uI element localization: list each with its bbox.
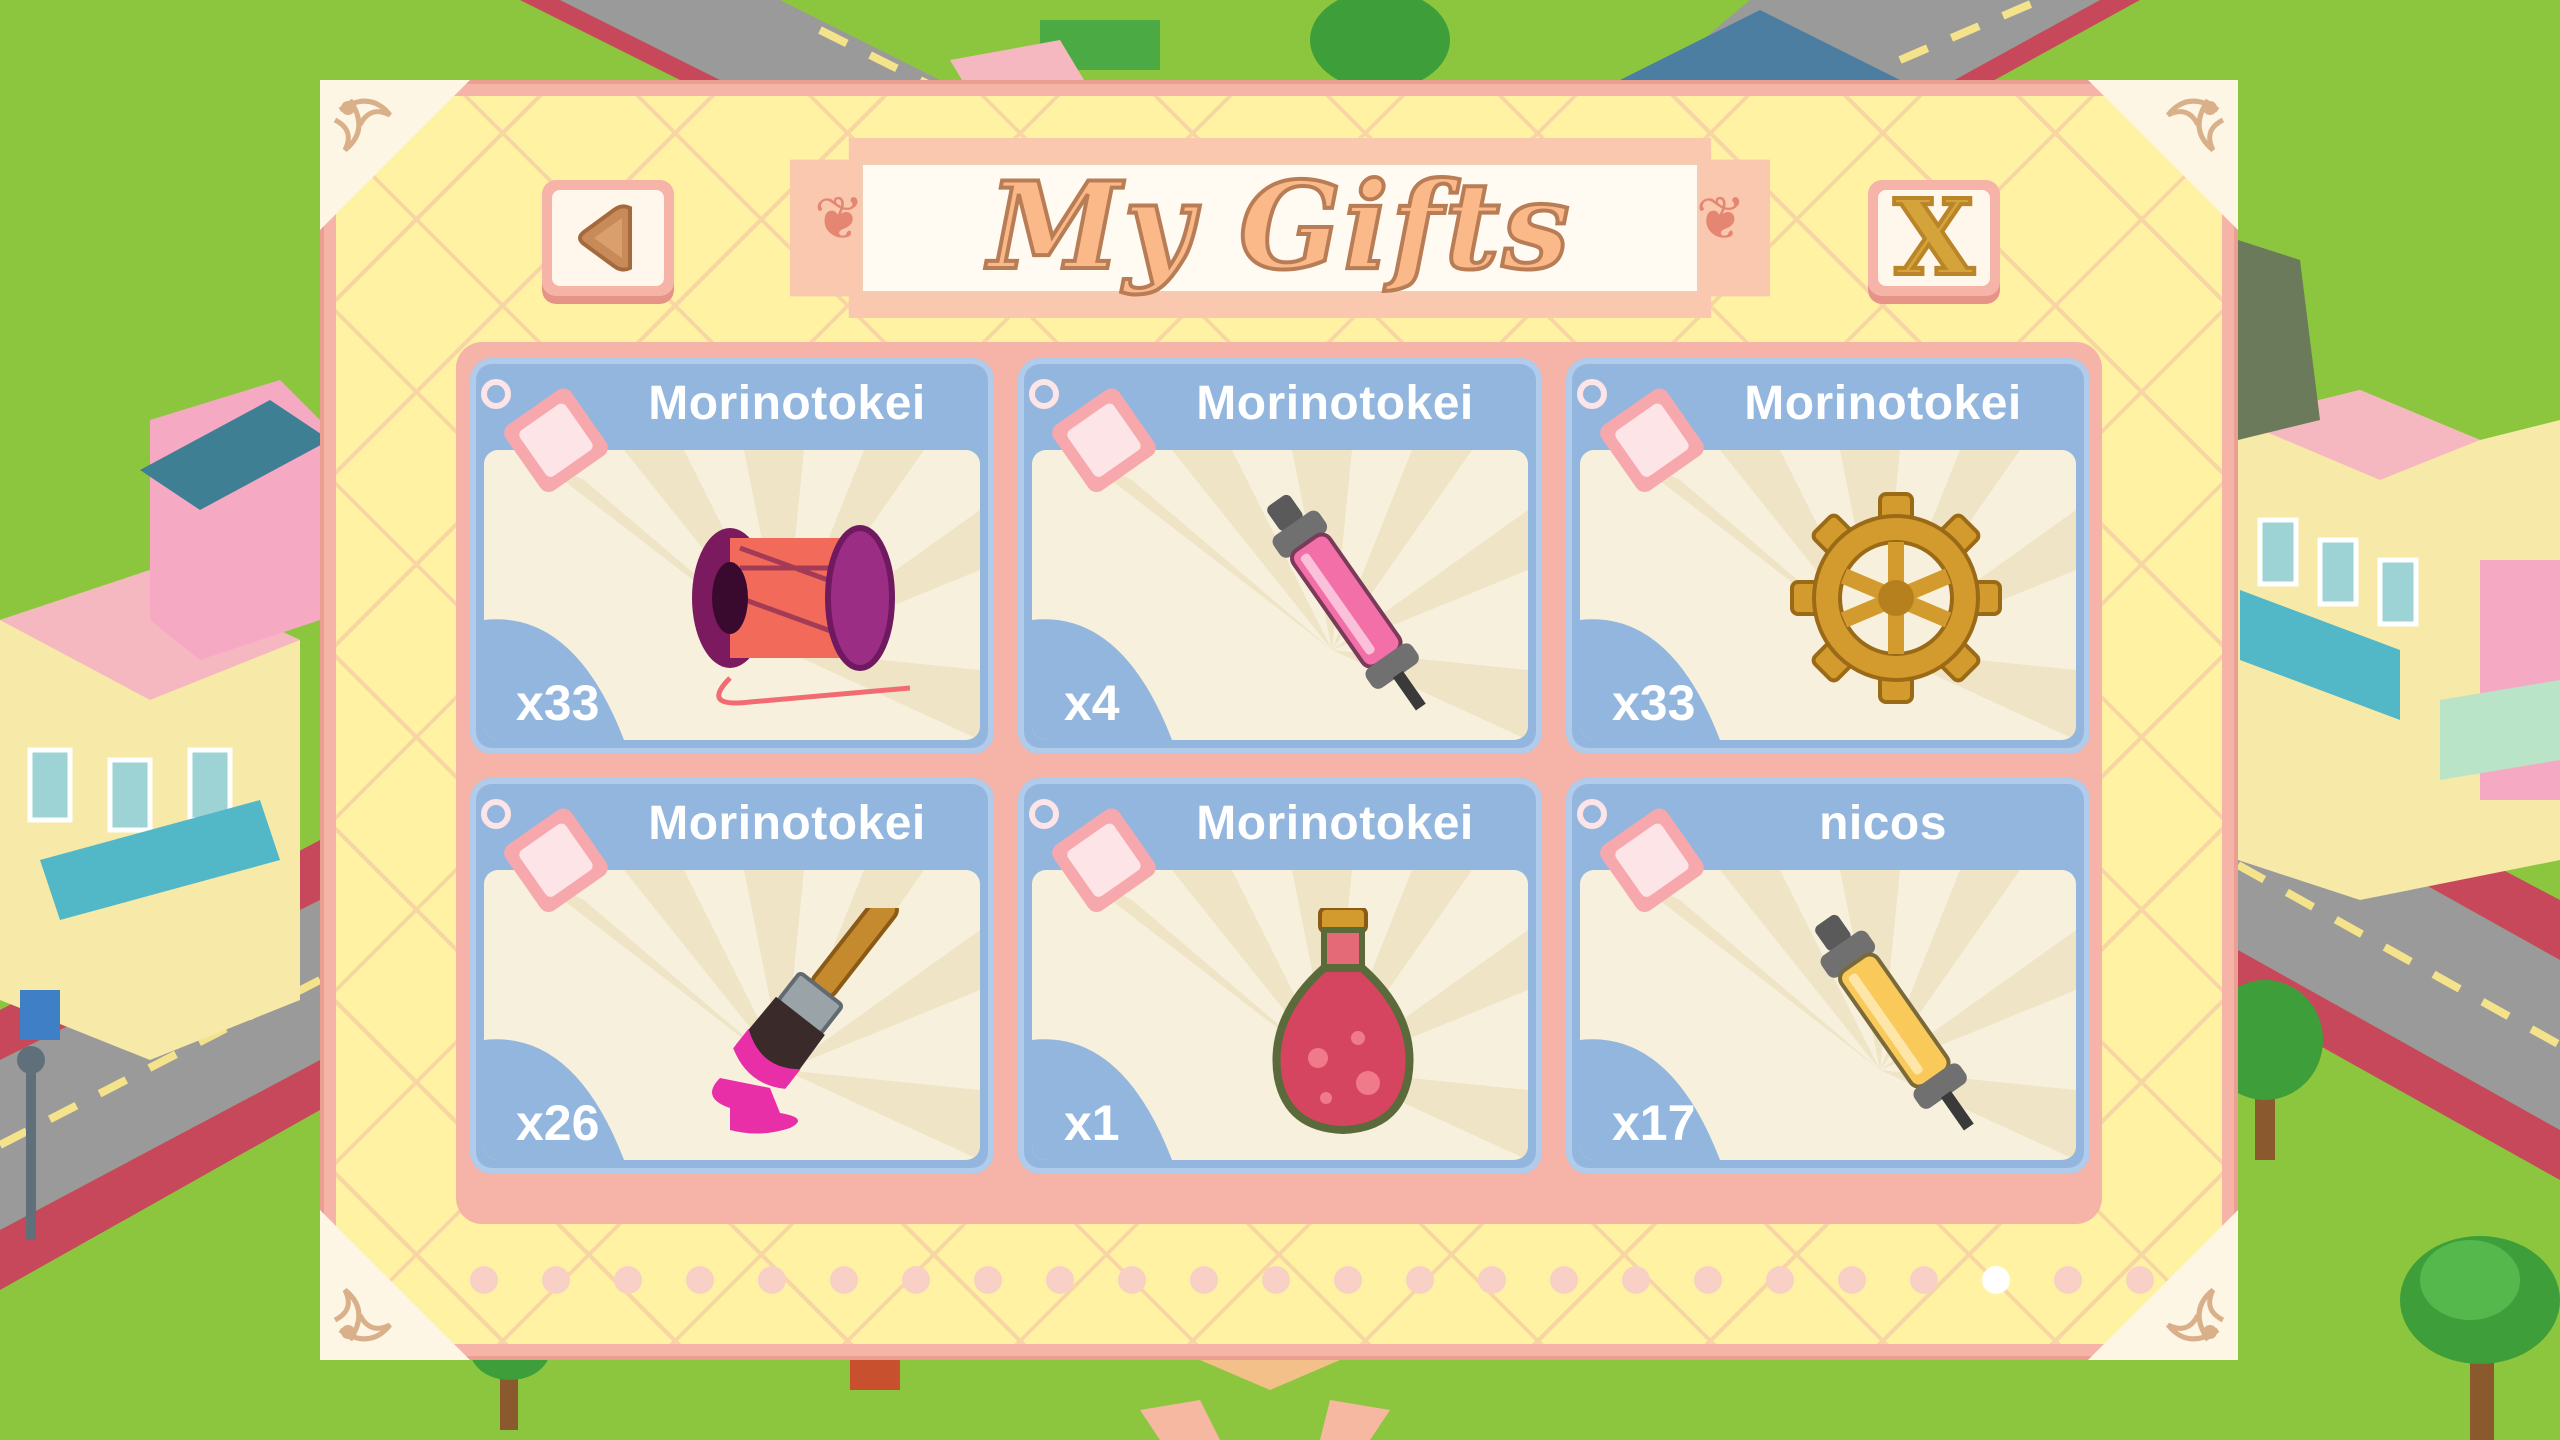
- gift-count: x17: [1612, 1095, 1696, 1151]
- back-button[interactable]: [542, 180, 674, 296]
- page-dot[interactable]: [2126, 1266, 2154, 1294]
- page-dot[interactable]: [758, 1266, 786, 1294]
- page-dot[interactable]: [470, 1266, 498, 1294]
- page-dot[interactable]: [1766, 1266, 1794, 1294]
- close-button[interactable]: X: [1868, 180, 2000, 296]
- page-dot[interactable]: [1694, 1266, 1722, 1294]
- page-dot[interactable]: [686, 1266, 714, 1294]
- yellow-tube-icon: [1815, 914, 1974, 1131]
- dialog-title: My Gifts: [986, 154, 1572, 299]
- page-dot[interactable]: [830, 1266, 858, 1294]
- page-indicator: [470, 1262, 2210, 1298]
- page-dot[interactable]: [974, 1266, 1002, 1294]
- page-dot[interactable]: [1046, 1266, 1074, 1294]
- paintbrush-icon: [712, 908, 899, 1134]
- potion-bottle-icon: [1272, 908, 1414, 1135]
- gift-card[interactable]: Morinotokei x33: [470, 358, 994, 754]
- gift-count: x4: [1064, 675, 1120, 731]
- gift-count: x1: [1064, 1095, 1120, 1151]
- gift-sender: Morinotokei: [1196, 377, 1474, 430]
- gifts-dialog: ❦ ❦ My Gifts X Morinotokei x33 Morinotok…: [320, 80, 2238, 1360]
- gift-sender: nicos: [1819, 797, 1947, 850]
- gift-count: x33: [516, 675, 600, 731]
- gift-sender: Morinotokei: [1196, 797, 1474, 850]
- corner-ornament-icon: [2088, 80, 2238, 230]
- gift-sender: Morinotokei: [1744, 377, 2022, 430]
- page-dot[interactable]: [1262, 1266, 1290, 1294]
- gift-sender: Morinotokei: [648, 797, 926, 850]
- page-dot-active[interactable]: [1982, 1266, 2010, 1294]
- gift-card[interactable]: Morinotokei x4: [1018, 358, 1542, 754]
- game-screen: ❦ ❦ My Gifts X Morinotokei x33 Morinotok…: [0, 0, 2560, 1440]
- page-dot[interactable]: [614, 1266, 642, 1294]
- page-dot[interactable]: [1550, 1266, 1578, 1294]
- corner-ornament-icon: [320, 1210, 470, 1360]
- gift-sender: Morinotokei: [648, 377, 926, 430]
- gift-count: x33: [1612, 675, 1696, 731]
- page-dot[interactable]: [902, 1266, 930, 1294]
- gift-card[interactable]: Morinotokei x1: [1018, 778, 1542, 1174]
- gear-icon: [1790, 492, 2002, 704]
- gift-count: x26: [516, 1095, 600, 1151]
- left-triangle-icon: [578, 204, 632, 272]
- gift-card[interactable]: Morinotokei x33: [1566, 358, 2090, 754]
- close-icon: X: [1892, 176, 1977, 299]
- page-dot[interactable]: [542, 1266, 570, 1294]
- page-dot[interactable]: [1622, 1266, 1650, 1294]
- page-dot[interactable]: [1478, 1266, 1506, 1294]
- page-dot[interactable]: [1190, 1266, 1218, 1294]
- pink-tube-icon: [1267, 494, 1426, 711]
- page-dot[interactable]: [2054, 1266, 2082, 1294]
- corner-ornament-icon: [320, 80, 470, 230]
- gift-card[interactable]: nicos x17: [1566, 778, 2090, 1174]
- page-dot[interactable]: [1406, 1266, 1434, 1294]
- page-dot[interactable]: [1838, 1266, 1866, 1294]
- page-dot[interactable]: [1334, 1266, 1362, 1294]
- gift-card[interactable]: Morinotokei x26: [470, 778, 994, 1174]
- thread-spool-icon: [692, 525, 911, 706]
- title-banner: ❦ ❦ My Gifts: [790, 138, 1770, 318]
- page-dot[interactable]: [1118, 1266, 1146, 1294]
- page-dot[interactable]: [1910, 1266, 1938, 1294]
